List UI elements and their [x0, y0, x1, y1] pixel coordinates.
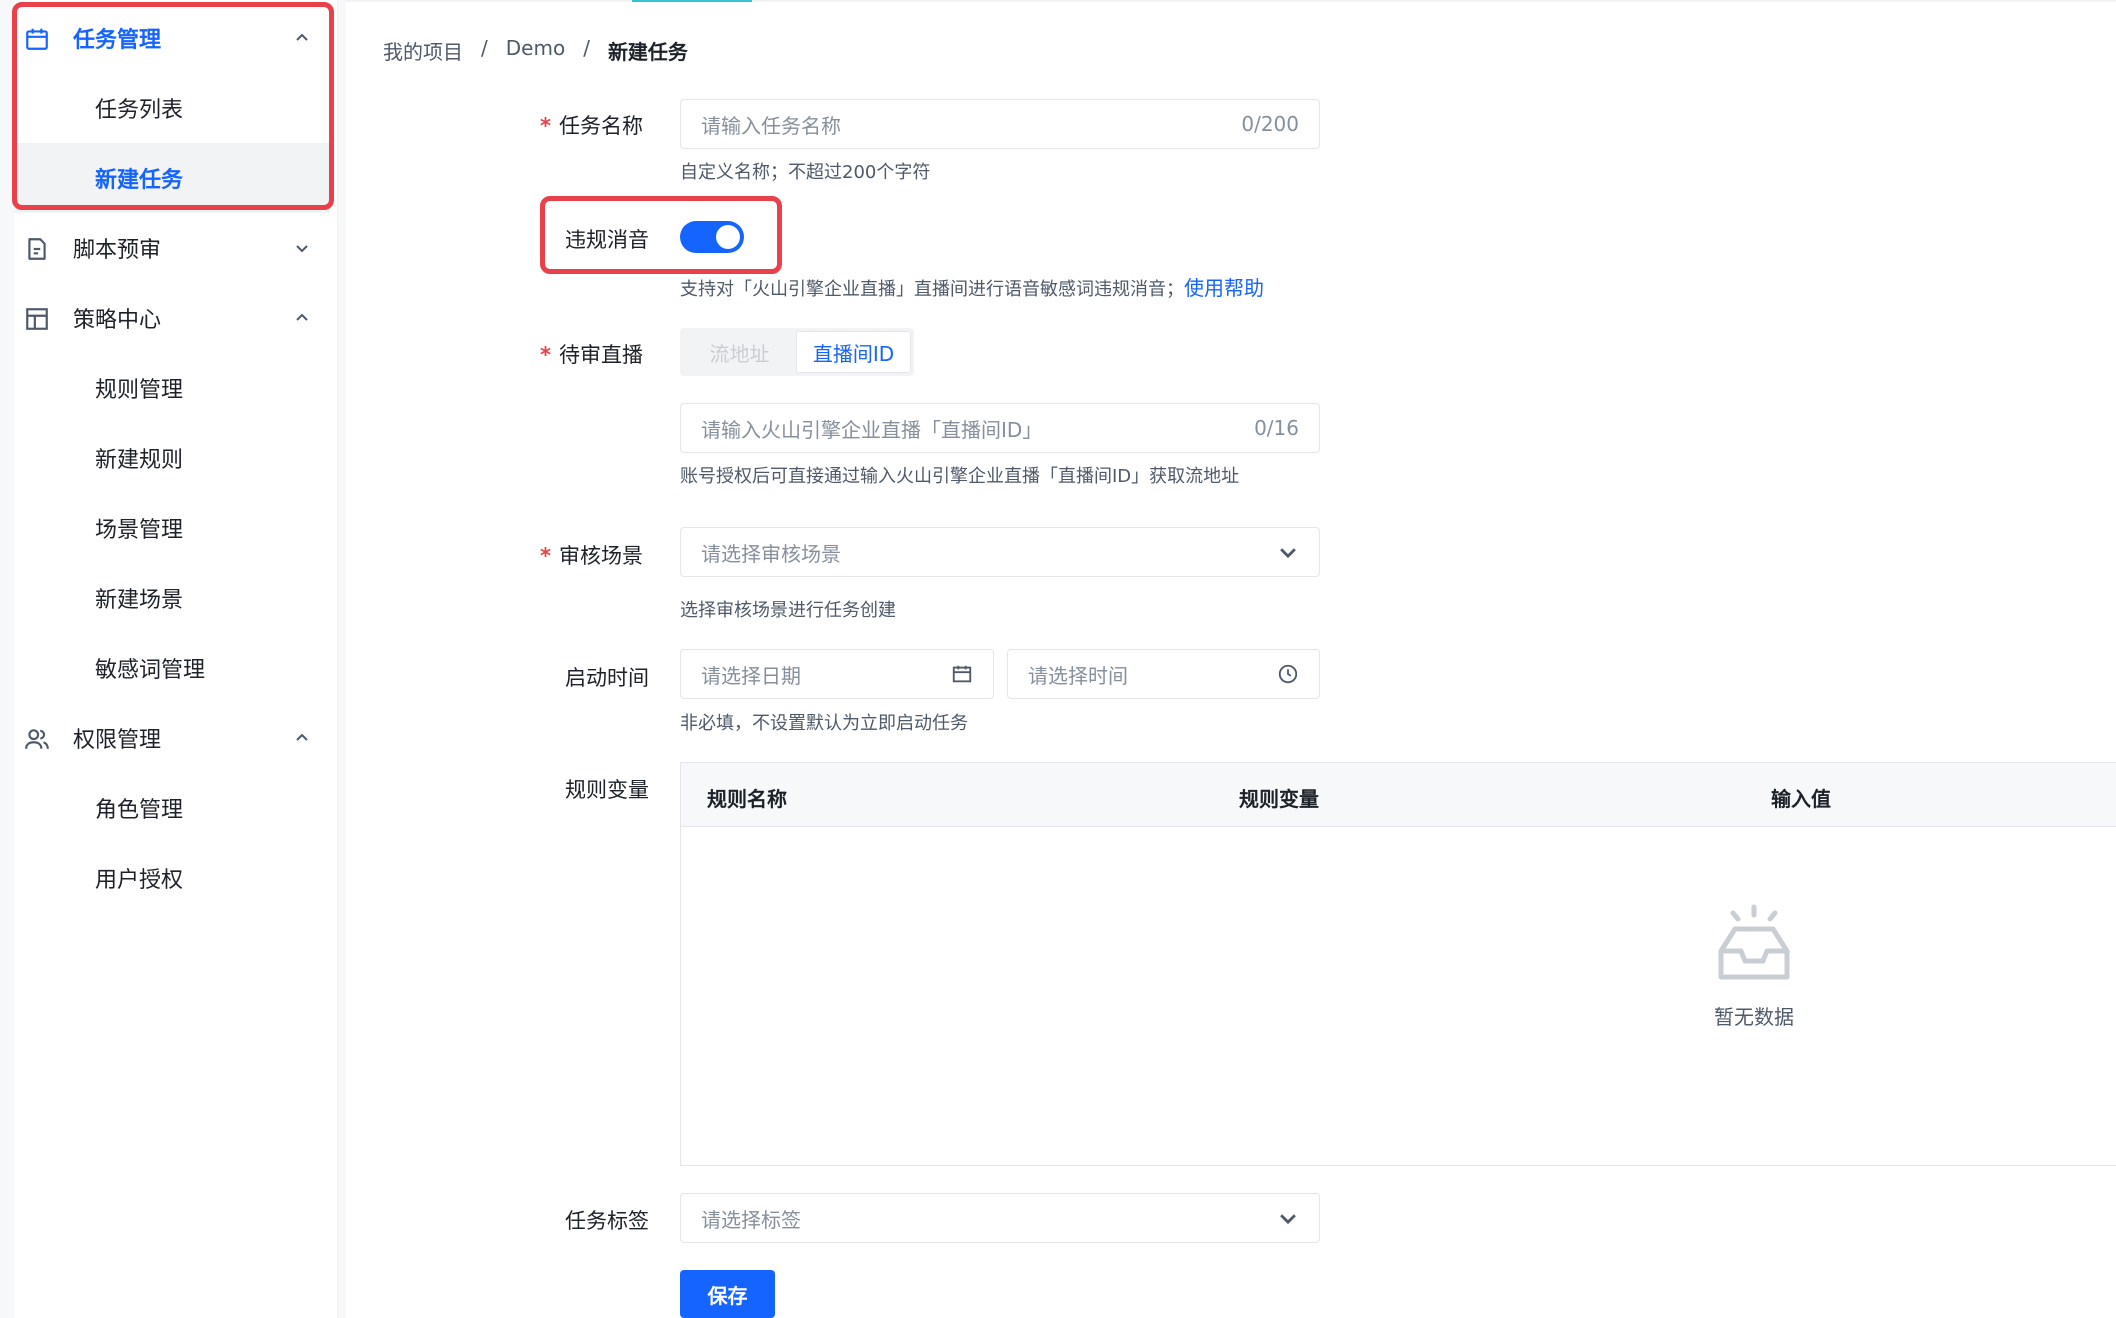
task-name-input[interactable]: 请输入任务名称 0/200	[680, 99, 1320, 149]
sidebar-item-new-scene[interactable]: 新建场景	[14, 563, 330, 633]
sidebar-item-task-list[interactable]: 任务列表	[14, 73, 330, 143]
table-header: 规则名称 规则变量 输入值	[681, 763, 2116, 827]
mute-hint-text: 支持对「火山引擎企业直播」直播间进行语音敏感词违规消音；	[680, 279, 1184, 300]
scene-label: * 审核场景	[540, 540, 643, 570]
sidebar-item-role-management[interactable]: 角色管理	[14, 773, 330, 843]
sidebar-item-scene-management[interactable]: 场景管理	[14, 493, 330, 563]
task-name-placeholder: 请输入任务名称	[701, 113, 841, 138]
calendar-icon	[26, 28, 48, 50]
users-icon	[25, 729, 49, 749]
sidebar-group-script-review[interactable]: 脚本预审	[14, 213, 330, 283]
sidebar-item-new-rule[interactable]: 新建规则	[14, 423, 330, 493]
mute-toggle[interactable]	[680, 221, 744, 253]
sidebar-item-label: 新建场景	[95, 588, 184, 613]
document-icon	[28, 238, 46, 260]
rule-vars-table: 规则名称 规则变量 输入值 暂无数据	[680, 762, 2116, 1166]
tags-label: 任务标签	[565, 1209, 649, 1233]
sidebar-group-task-management[interactable]: 任务管理	[14, 3, 330, 73]
chevron-down-icon	[1280, 548, 1296, 559]
empty-state: 暂无数据	[1689, 903, 1819, 1030]
room-id-input[interactable]: 请输入火山引擎企业直播「直播间ID」 0/16	[680, 403, 1320, 453]
save-button[interactable]: 保存	[680, 1270, 775, 1318]
stream-type-segmented: 流地址 直播间ID	[680, 328, 914, 376]
scene-select[interactable]: 请选择审核场景	[680, 527, 1320, 577]
breadcrumb-item-current: 新建任务	[607, 40, 688, 64]
sidebar-item-rule-management[interactable]: 规则管理	[14, 353, 330, 423]
calendar-icon	[952, 665, 972, 683]
required-mark: *	[540, 343, 551, 367]
scene-hint: 选择审核场景进行任务创建	[680, 600, 896, 621]
sidebar-item-user-authorization[interactable]: 用户授权	[14, 843, 330, 913]
top-accent-bar	[632, 0, 752, 2]
scene-placeholder: 请选择审核场景	[701, 541, 841, 566]
sidebar-group-label: 脚本预审	[73, 238, 162, 263]
sidebar-item-label: 规则管理	[95, 378, 184, 403]
required-mark: *	[540, 114, 551, 138]
sidebar: 任务管理 任务列表 新建任务 脚本预审 策略中心 规则管理 新建规则 场景管理 …	[0, 0, 338, 1318]
room-id-placeholder: 请输入火山引擎企业直播「直播间ID」	[701, 417, 1043, 442]
task-name-char-count: 0/200	[1241, 112, 1299, 136]
clock-icon	[1278, 664, 1298, 684]
date-picker[interactable]: 请选择日期	[680, 649, 994, 699]
start-time-label: 启动时间	[565, 666, 649, 690]
chevron-down-icon	[1280, 1214, 1296, 1225]
sidebar-item-sensitive-words[interactable]: 敏感词管理	[14, 633, 330, 703]
chevron-down-icon	[296, 245, 308, 253]
mute-hint: 支持对「火山引擎企业直播」直播间进行语音敏感词违规消音；使用帮助	[680, 272, 1264, 301]
tags-select[interactable]: 请选择标签	[680, 1193, 1320, 1243]
time-placeholder: 请选择时间	[1028, 663, 1128, 688]
time-picker[interactable]: 请选择时间	[1007, 649, 1320, 699]
sidebar-item-label: 新建任务	[95, 168, 184, 193]
mute-label: 违规消音	[565, 228, 649, 252]
task-name-label: * 任务名称	[540, 110, 643, 140]
sidebar-group-permission-management[interactable]: 权限管理	[14, 703, 330, 773]
sidebar-item-new-task[interactable]: 新建任务	[14, 143, 330, 213]
room-id-hint: 账号授权后可直接通过输入火山引擎企业直播「直播间ID」获取流地址	[680, 466, 1240, 487]
chevron-up-icon	[296, 313, 308, 321]
stream-label-text: 待审直播	[558, 343, 643, 367]
column-header-rule-variable: 规则变量	[1239, 787, 1319, 811]
segment-room-id[interactable]: 直播间ID	[796, 331, 911, 373]
segment-stream-url[interactable]: 流地址	[683, 331, 796, 373]
scene-label-text: 审核场景	[558, 544, 643, 568]
required-mark: *	[540, 544, 551, 568]
sidebar-item-label: 敏感词管理	[95, 658, 206, 683]
breadcrumb: 我的项目 / Demo / 新建任务	[383, 36, 688, 65]
column-header-rule-name: 规则名称	[707, 787, 787, 811]
stream-label: * 待审直播	[540, 339, 643, 369]
chevron-up-icon	[296, 33, 308, 41]
rule-vars-label: 规则变量	[565, 778, 649, 802]
sidebar-item-label: 新建规则	[95, 448, 184, 473]
empty-state-text: 暂无数据	[1714, 1005, 1794, 1029]
task-name-hint: 自定义名称；不超过200个字符	[680, 162, 931, 183]
help-link[interactable]: 使用帮助	[1184, 276, 1264, 300]
empty-inbox-icon	[1718, 904, 1790, 980]
column-header-input-value: 输入值	[1771, 787, 1831, 811]
layout-icon	[26, 308, 48, 330]
breadcrumb-separator: /	[481, 36, 488, 60]
sidebar-group-label: 策略中心	[73, 308, 162, 333]
room-id-char-count: 0/16	[1254, 416, 1299, 440]
task-name-label-text: 任务名称	[558, 114, 643, 138]
sidebar-gutter	[338, 0, 346, 1318]
sidebar-item-label: 任务列表	[95, 98, 184, 123]
sidebar-item-label: 角色管理	[95, 798, 184, 823]
sidebar-group-label: 权限管理	[73, 728, 162, 753]
date-placeholder: 请选择日期	[701, 663, 801, 688]
breadcrumb-separator: /	[583, 36, 590, 60]
app-root: 任务管理 任务列表 新建任务 脚本预审 策略中心 规则管理 新建规则 场景管理 …	[0, 0, 2116, 1318]
tags-placeholder: 请选择标签	[701, 1207, 801, 1232]
chevron-up-icon	[296, 733, 308, 741]
sidebar-left-edge	[0, 0, 14, 1318]
breadcrumb-item-project[interactable]: 我的项目	[383, 36, 463, 65]
start-time-hint: 非必填，不设置默认为立即启动任务	[680, 713, 968, 734]
sidebar-group-strategy-center[interactable]: 策略中心	[14, 283, 330, 353]
sidebar-group-label: 任务管理	[73, 28, 162, 53]
toggle-knob	[716, 225, 740, 249]
breadcrumb-item-demo[interactable]: Demo	[506, 36, 565, 65]
sidebar-item-label: 场景管理	[95, 518, 184, 543]
sidebar-item-label: 用户授权	[95, 868, 184, 893]
